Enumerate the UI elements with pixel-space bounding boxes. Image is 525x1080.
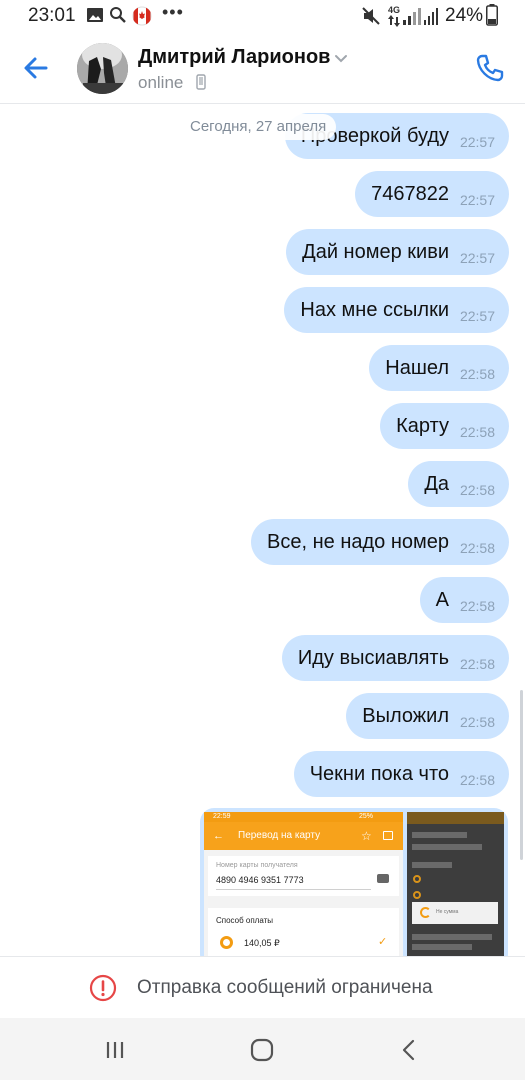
message-time: 22:57 xyxy=(459,308,495,324)
loading-dialog: Не сумма xyxy=(412,902,498,924)
signal2-icon xyxy=(424,8,438,25)
message-text: Все, не надо номер xyxy=(267,531,449,553)
restriction-text: Отправка сообщений ограничена xyxy=(137,977,433,998)
back-arrow-icon[interactable] xyxy=(20,52,52,84)
message-bubble[interactable]: Да 22:58 xyxy=(408,461,509,507)
message-time: 22:58 xyxy=(459,772,495,788)
mute-icon xyxy=(362,7,380,25)
screenshot-title: Перевод на карту xyxy=(238,830,321,841)
attachment-screenshot[interactable]: 22:59 25% ← Перевод на карту ☆ Номер кар… xyxy=(204,812,403,956)
avatar[interactable] xyxy=(77,43,128,94)
message-bubble[interactable]: Все, не надо номер 22:58 xyxy=(251,519,509,565)
contact-status: online xyxy=(138,73,184,92)
chevron-down-icon[interactable] xyxy=(334,54,348,64)
message-bubble[interactable]: А 22:58 xyxy=(419,577,509,623)
contact-name[interactable]: Дмитрий Ларионов xyxy=(138,46,330,69)
message-time: 22:57 xyxy=(459,192,495,208)
message-time: 22:58 xyxy=(459,598,495,614)
spinner-icon xyxy=(420,907,431,918)
card-number-field: Номер карты получателя 4890 4946 9351 77… xyxy=(208,856,399,896)
check-icon: ✓ xyxy=(378,936,388,948)
photo-attachment[interactable]: 22:59 25% ← Перевод на карту ☆ Номер кар… xyxy=(200,808,508,956)
more-dots-icon: ••• xyxy=(162,2,184,22)
recent-apps-icon[interactable] xyxy=(100,1035,130,1065)
message-time: 22:58 xyxy=(459,366,495,382)
message-time: 22:58 xyxy=(459,714,495,730)
mobile-phone-icon xyxy=(196,74,206,90)
message-text: Да xyxy=(424,473,449,495)
message-text: А xyxy=(435,589,449,611)
chat-header: Дмитрий Ларионов online xyxy=(0,32,525,104)
message-time: 22:57 xyxy=(459,250,495,266)
message-time: 22:58 xyxy=(459,656,495,672)
restriction-banner: Отправка сообщений ограничена xyxy=(0,956,525,1018)
data-arrows-icon xyxy=(388,15,400,27)
scrollbar[interactable] xyxy=(520,690,523,860)
date-separator: Сегодня, 27 апреля xyxy=(180,114,337,140)
message-text: Выложил xyxy=(362,705,449,727)
network-type: 4G xyxy=(388,5,401,15)
message-time: 22:58 xyxy=(459,424,495,440)
battery-icon xyxy=(486,4,498,26)
message-bubble[interactable]: Иду высиавлять 22:58 xyxy=(281,635,509,681)
system-nav-bar xyxy=(0,1018,525,1080)
message-bubble[interactable]: Нашел 22:58 xyxy=(369,345,509,391)
message-bubble[interactable]: Карту 22:58 xyxy=(380,403,509,449)
message-time: 22:58 xyxy=(459,482,495,498)
payment-method: Способ оплаты 140,05 ₽ ✓ xyxy=(208,908,399,956)
attachment-screenshot[interactable]: Не сумма xyxy=(407,812,504,956)
search-icon xyxy=(110,7,126,23)
message-bubble[interactable]: Выложил 22:58 xyxy=(346,693,509,739)
status-bar: 23:01 ••• 4G 24% xyxy=(0,0,525,32)
comment-icon xyxy=(383,831,393,840)
message-text: Карту xyxy=(396,415,449,437)
signal-icon xyxy=(403,8,421,25)
battery-percent: 24% xyxy=(445,5,484,26)
message-text: Дай номер киви xyxy=(302,241,449,263)
camera-icon xyxy=(377,874,389,883)
message-time: 22:57 xyxy=(459,134,495,150)
message-text: Иду высиавлять xyxy=(297,647,449,669)
message-bubble[interactable]: Нах мне ссылки 22:57 xyxy=(284,287,509,333)
alert-icon xyxy=(89,974,117,1002)
back-icon[interactable] xyxy=(394,1035,424,1065)
message-bubble[interactable]: 7467822 22:57 xyxy=(355,171,509,217)
screenshot-status-bar: 22:59 25% xyxy=(204,812,403,822)
canada-flag-icon xyxy=(132,6,152,26)
home-icon[interactable] xyxy=(247,1035,277,1065)
screenshot-toolbar: ← Перевод на карту ☆ xyxy=(204,822,403,850)
message-list[interactable]: Проверкой буду 22:57 Сегодня, 27 апреля … xyxy=(0,104,525,956)
status-time: 23:01 xyxy=(28,5,76,26)
message-bubble[interactable]: Дай номер киви 22:57 xyxy=(286,229,509,275)
call-icon[interactable] xyxy=(474,52,506,84)
message-text: Нашел xyxy=(385,357,449,379)
star-icon: ☆ xyxy=(361,829,372,843)
message-text: 7467822 xyxy=(371,183,449,205)
image-icon xyxy=(87,8,103,22)
message-time: 22:58 xyxy=(459,540,495,556)
message-text: Чекни пока что xyxy=(309,763,449,785)
message-text: Нах мне ссылки xyxy=(300,299,449,321)
qiwi-icon xyxy=(220,936,233,949)
back-arrow-icon: ← xyxy=(213,830,224,842)
message-bubble[interactable]: Чекни пока что 22:58 xyxy=(293,751,509,797)
